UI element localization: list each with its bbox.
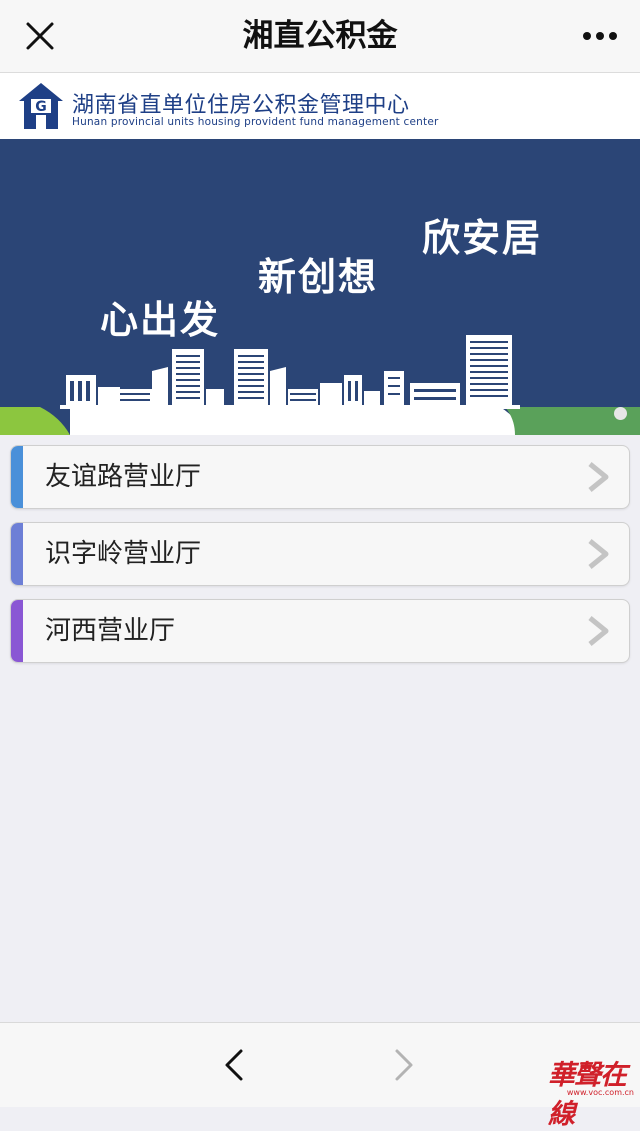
org-name-english: Hunan provincial units housing provident… (72, 116, 439, 128)
logo-letter: G (35, 99, 47, 115)
bottom-toolbar: 華聲在線 www.voc.com.cn (0, 1022, 640, 1130)
more-options-button[interactable] (578, 14, 622, 58)
more-icon (583, 32, 617, 40)
accent-stripe (11, 523, 23, 585)
top-navigation-bar: 湘直公积金 (0, 0, 640, 73)
list-item-label: 河西营业厅 (45, 616, 176, 646)
chevron-right-icon (588, 539, 609, 569)
back-arrow-icon (225, 1049, 243, 1081)
carousel-indicator[interactable] (614, 407, 627, 420)
list-item-label: 识字岭营业厅 (45, 539, 202, 569)
chevron-right-icon (588, 462, 609, 492)
watermark-logo: 華聲在線 www.voc.com.cn (548, 1053, 634, 1130)
accent-stripe (11, 446, 23, 508)
forward-arrow-icon (395, 1049, 413, 1081)
back-button[interactable] (212, 1043, 256, 1087)
watermark-url: www.voc.com.cn (566, 1088, 634, 1097)
list-item-label: 友谊路营业厅 (45, 462, 202, 492)
promo-banner[interactable]: 心出发 新创想 欣安居 (0, 139, 640, 435)
org-header: G 湖南省直单位住房公积金管理中心 Hunan provincial units… (0, 73, 640, 139)
forward-button[interactable] (382, 1043, 426, 1087)
service-hall-list: 友谊路营业厅 识字岭营业厅 河西营业厅 (10, 445, 630, 676)
org-name-chinese: 湖南省直单位住房公积金管理中心 (72, 93, 410, 118)
list-item-hexi-hall[interactable]: 河西营业厅 (10, 599, 630, 663)
city-skyline-illustration (0, 335, 640, 435)
list-item-shiziling-hall[interactable]: 识字岭营业厅 (10, 522, 630, 586)
org-logo-icon: G (19, 83, 63, 129)
accent-stripe (11, 600, 23, 662)
list-item-youyilu-hall[interactable]: 友谊路营业厅 (10, 445, 630, 509)
page-title: 湘直公积金 (242, 18, 398, 54)
chevron-right-icon (588, 616, 609, 646)
